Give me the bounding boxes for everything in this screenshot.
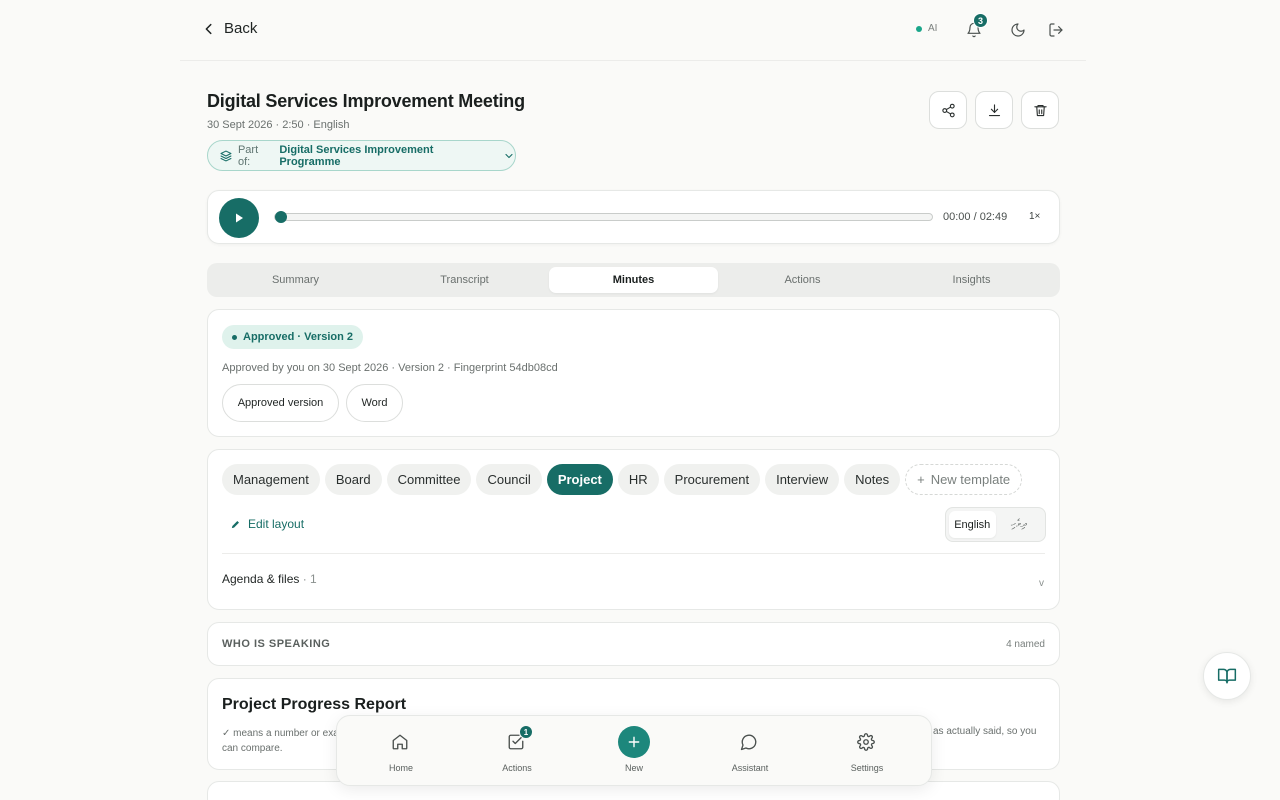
templates-card: Management Board Committee Council Proje… [207, 449, 1060, 610]
report-title: Project Progress Report [222, 696, 407, 713]
plus-icon: + [917, 472, 925, 487]
report-note-right: as actually said, so you [933, 726, 1037, 737]
tab-transcript[interactable]: Transcript [380, 267, 549, 293]
checkbox-icon: 1 [507, 725, 533, 753]
template-interview[interactable]: Interview [765, 464, 840, 495]
share-button[interactable] [929, 91, 967, 129]
template-council[interactable]: Council [476, 464, 542, 495]
template-committee[interactable]: Committee [386, 464, 472, 495]
part-of-dropdown[interactable]: Part of: Digital Services Improvement Pr… [207, 140, 516, 171]
agenda-chevron-icon[interactable]: v [1039, 578, 1044, 589]
logout-icon [1049, 23, 1063, 37]
tab-summary[interactable]: Summary [211, 267, 380, 293]
trash-icon [1033, 104, 1047, 116]
agenda-label: Agenda & files [222, 572, 300, 586]
agenda-count: · 1 [299, 572, 317, 586]
notifications-button[interactable]: 3 [964, 13, 988, 40]
guide-button[interactable] [1203, 652, 1251, 700]
download-icon [988, 103, 1000, 116]
meeting-title: Digital Services Improvement Meeting [207, 91, 525, 111]
template-procurement[interactable]: Procurement [663, 464, 761, 495]
speakers-card[interactable]: WHO IS SPEAKING 4 named [207, 622, 1060, 666]
moon-icon [1011, 23, 1025, 37]
actions-count-badge: 1 [519, 725, 533, 739]
back-button[interactable]: Back [202, 20, 257, 37]
nav-settings-label: Settings [850, 763, 884, 773]
seek-bar-handle[interactable] [275, 211, 287, 223]
part-of-label: Part of: [237, 143, 259, 168]
approval-note: Approved by you on 30 Sept 2026 · Versio… [222, 362, 558, 374]
ai-status-dot-icon [916, 25, 922, 32]
home-icon [391, 733, 411, 753]
chat-bubble-icon [740, 733, 760, 753]
speakers-count: 4 named [1006, 639, 1045, 650]
delete-button[interactable] [1021, 91, 1059, 129]
meeting-meta: 30 Sept 2026 · 2:50 · English [207, 119, 350, 131]
part-of-value: Digital Services Improvement Programme [279, 143, 434, 168]
status-dot-icon [232, 334, 237, 340]
audio-player: 00:00 / 02:49 1× [207, 190, 1060, 244]
approval-card: Approved · Version 2 Approved by you on … [207, 309, 1060, 437]
tab-actions[interactable]: Actions [718, 267, 887, 293]
approved-version-button[interactable]: Approved version [222, 384, 339, 422]
nav-assistant-label: Assistant [731, 763, 769, 773]
view-tabs: Summary Transcript Minutes Actions Insig… [207, 263, 1060, 297]
layers-icon [220, 150, 232, 161]
agenda-files-toggle[interactable]: Agenda & files · 1 [222, 572, 317, 586]
nav-settings[interactable]: Settings [817, 716, 917, 787]
nav-actions[interactable]: 1 Actions [467, 716, 567, 787]
back-label: Back [224, 20, 258, 37]
template-list: Management Board Committee Council Proje… [222, 464, 1023, 495]
chevron-down-icon [505, 153, 513, 158]
plus-circle-icon [618, 726, 650, 758]
tab-minutes[interactable]: Minutes [549, 267, 718, 293]
seek-bar[interactable] [274, 211, 933, 223]
word-export-button[interactable]: Word [346, 384, 403, 422]
play-button[interactable] [219, 198, 259, 238]
download-button[interactable] [975, 91, 1013, 129]
tab-insights[interactable]: Insights [887, 267, 1056, 293]
nav-actions-label: Actions [502, 763, 532, 773]
playback-time: 00:00 / 02:49 [943, 211, 1008, 223]
ai-label: AI [928, 23, 938, 34]
language-english[interactable]: English [949, 511, 996, 538]
nav-new[interactable]: New [584, 716, 684, 787]
new-template-label: New template [930, 472, 1011, 487]
book-open-icon [1217, 668, 1237, 684]
pencil-icon [231, 520, 239, 528]
nav-home[interactable]: Home [351, 716, 451, 787]
template-project[interactable]: Project [546, 464, 613, 495]
notification-count-badge: 3 [973, 13, 988, 28]
speakers-title: WHO IS SPEAKING [222, 638, 331, 650]
chevron-left-icon [205, 23, 212, 34]
nav-new-label: New [624, 763, 643, 773]
logout-button[interactable] [1046, 20, 1066, 40]
template-board[interactable]: Board [324, 464, 382, 495]
playback-speed-button[interactable]: 1× [1029, 211, 1040, 222]
new-template-button[interactable]: + New template [905, 464, 1023, 495]
approved-status-badge: Approved · Version 2 [222, 325, 364, 349]
approved-badge-label: Approved · Version 2 [243, 331, 354, 343]
gear-icon [857, 733, 877, 753]
template-notes[interactable]: Notes [844, 464, 901, 495]
nav-assistant[interactable]: Assistant [700, 716, 800, 787]
top-bar: Back AI 3 [180, 0, 1086, 61]
share-icon [941, 103, 955, 117]
bottom-nav: Home 1 Actions New Assistant Settings [336, 715, 932, 786]
play-icon [236, 213, 243, 223]
theme-toggle-button[interactable] [1008, 20, 1028, 40]
language-toggle: English ދިވެހި [945, 507, 1046, 542]
edit-layout-label: Edit layout [248, 517, 305, 531]
template-management[interactable]: Management [222, 464, 320, 495]
nav-home-label: Home [388, 763, 413, 773]
template-hr[interactable]: HR [617, 464, 659, 495]
ai-status[interactable]: AI [916, 23, 937, 34]
divider [222, 553, 1045, 554]
language-dhivehi[interactable]: ދިވެހި [996, 511, 1043, 538]
edit-layout-button[interactable]: Edit layout [230, 517, 304, 531]
